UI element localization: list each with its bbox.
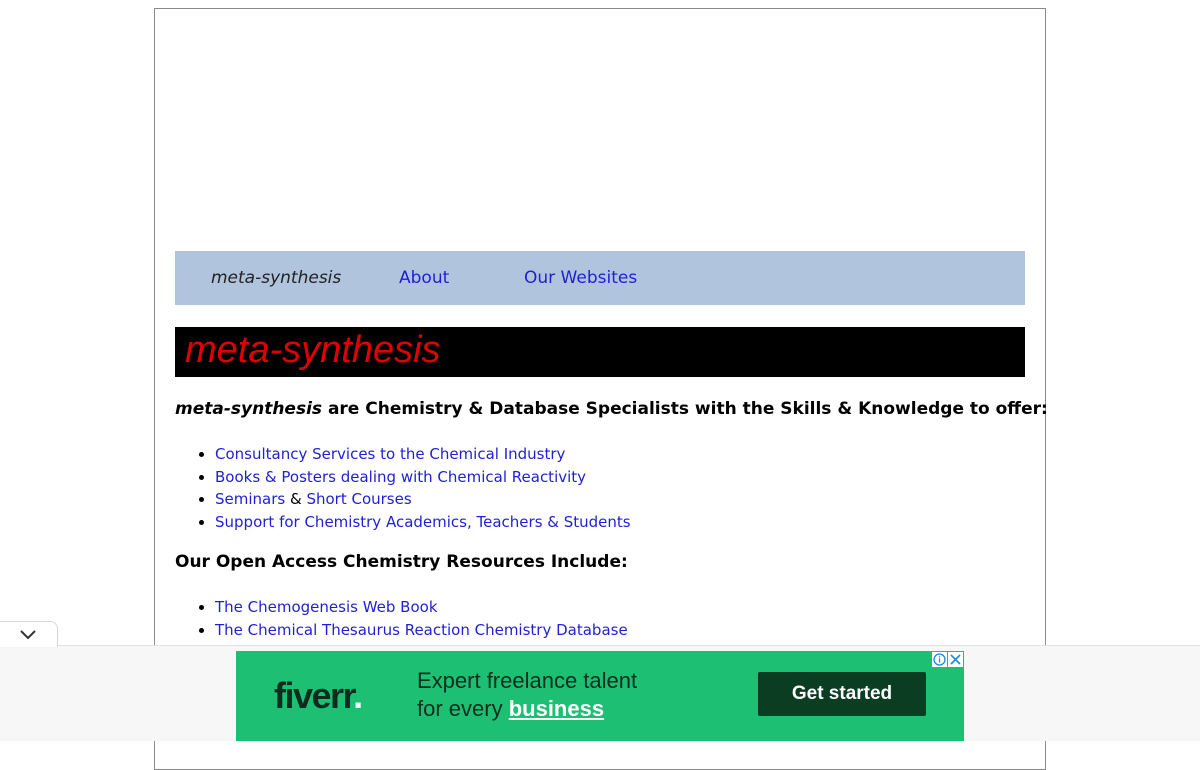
info-icon[interactable] (932, 652, 947, 667)
list-item: Consultancy Services to the Chemical Ind… (215, 443, 631, 466)
resource-link-chemogenesis[interactable]: The Chemogenesis Web Book (215, 598, 438, 616)
logo-dot: . (353, 675, 363, 716)
offers-list: Consultancy Services to the Chemical Ind… (215, 443, 631, 533)
ad-headline: Expert freelance talent (417, 668, 638, 693)
offer-separator: & (285, 490, 307, 508)
intro-brand: meta-synthesis (175, 399, 323, 419)
intro-heading: meta-synthesis are Chemistry & Database … (175, 399, 1048, 419)
fiverr-logo: fiverr. (274, 675, 363, 717)
banner-title: meta-synthesis (185, 329, 441, 371)
chevron-down-icon (20, 630, 36, 640)
nav-bar: meta-synthesis About Our Websites (175, 251, 1025, 305)
offer-link-support[interactable]: Support for Chemistry Academics, Teacher… (215, 513, 631, 531)
ad-subline-highlight: business (508, 696, 605, 721)
offer-link-books-posters[interactable]: Books & Posters dealing with Chemical Re… (215, 468, 586, 486)
list-item: Support for Chemistry Academics, Teacher… (215, 511, 631, 534)
offer-link-consultancy[interactable]: Consultancy Services to the Chemical Ind… (215, 445, 565, 463)
logo-text: fiverr (274, 675, 355, 716)
get-started-button[interactable]: Get started (758, 672, 926, 716)
nav-link-about[interactable]: About (399, 267, 449, 289)
close-icon[interactable] (948, 652, 963, 667)
nav-brand: meta-synthesis (211, 268, 342, 288)
ad-subline-text: for every (417, 696, 509, 721)
offer-link-seminars[interactable]: Seminars (215, 490, 285, 508)
fiverr-ad[interactable]: fiverr. Expert freelance talent for ever… (236, 651, 964, 741)
ad-collapse-button[interactable] (0, 621, 58, 647)
resources-list: The Chemogenesis Web Book The Chemical T… (215, 596, 628, 641)
ad-bar: fiverr. Expert freelance talent for ever… (0, 645, 1200, 741)
ad-subline: for every business (417, 696, 604, 722)
intro-text: are Chemistry & Database Specialists wit… (322, 399, 1048, 419)
offer-link-short-courses[interactable]: Short Courses (306, 490, 411, 508)
resource-link-chemical-thesaurus[interactable]: The Chemical Thesaurus Reaction Chemistr… (215, 621, 628, 639)
banner: meta-synthesis (175, 327, 1025, 377)
list-item: Books & Posters dealing with Chemical Re… (215, 466, 631, 489)
resources-heading: Our Open Access Chemistry Resources Incl… (175, 552, 628, 572)
list-item: The Chemogenesis Web Book (215, 596, 628, 619)
nav-link-our-websites[interactable]: Our Websites (524, 267, 637, 289)
list-item: The Chemical Thesaurus Reaction Chemistr… (215, 619, 628, 642)
list-item: Seminars & Short Courses (215, 488, 631, 511)
